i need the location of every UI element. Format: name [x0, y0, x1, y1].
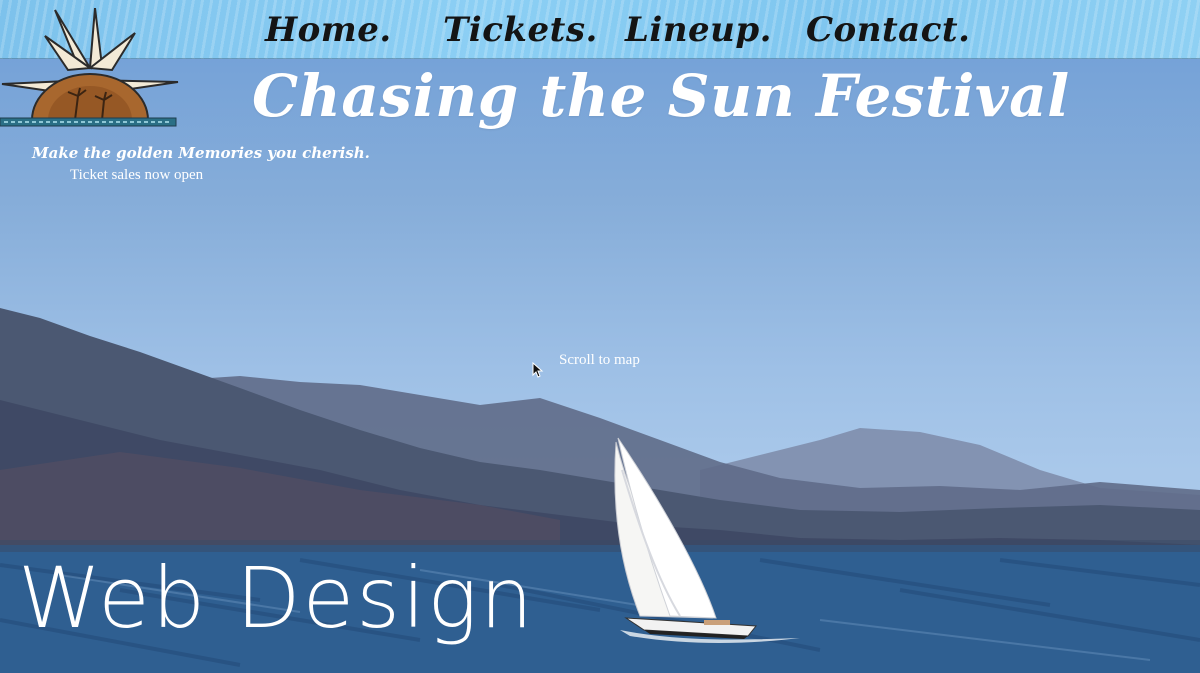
scroll-to-map-link[interactable]: Scroll to map — [559, 352, 640, 369]
web-design-watermark: Web Design — [18, 549, 535, 647]
nav-lineup[interactable]: Lineup. — [625, 10, 772, 50]
nav-bar: Home. Tickets. Lineup. Contact. — [0, 0, 1200, 59]
nav-home[interactable]: Home. — [265, 10, 392, 50]
nav-contact[interactable]: Contact. — [806, 10, 970, 50]
sailboat-icon — [614, 437, 800, 643]
nav-tickets[interactable]: Tickets. — [443, 10, 598, 50]
page-title: Chasing the Sun Festival — [252, 62, 1070, 130]
sunburst-logo-icon[interactable] — [0, 8, 180, 130]
page: Home. Tickets. Lineup. Contact. Chasing … — [0, 0, 1200, 673]
pointer-cursor-icon — [532, 362, 544, 378]
ticket-sales-note: Ticket sales now open — [70, 167, 204, 183]
tagline: Make the golden Memories you cherish. — [32, 144, 370, 162]
